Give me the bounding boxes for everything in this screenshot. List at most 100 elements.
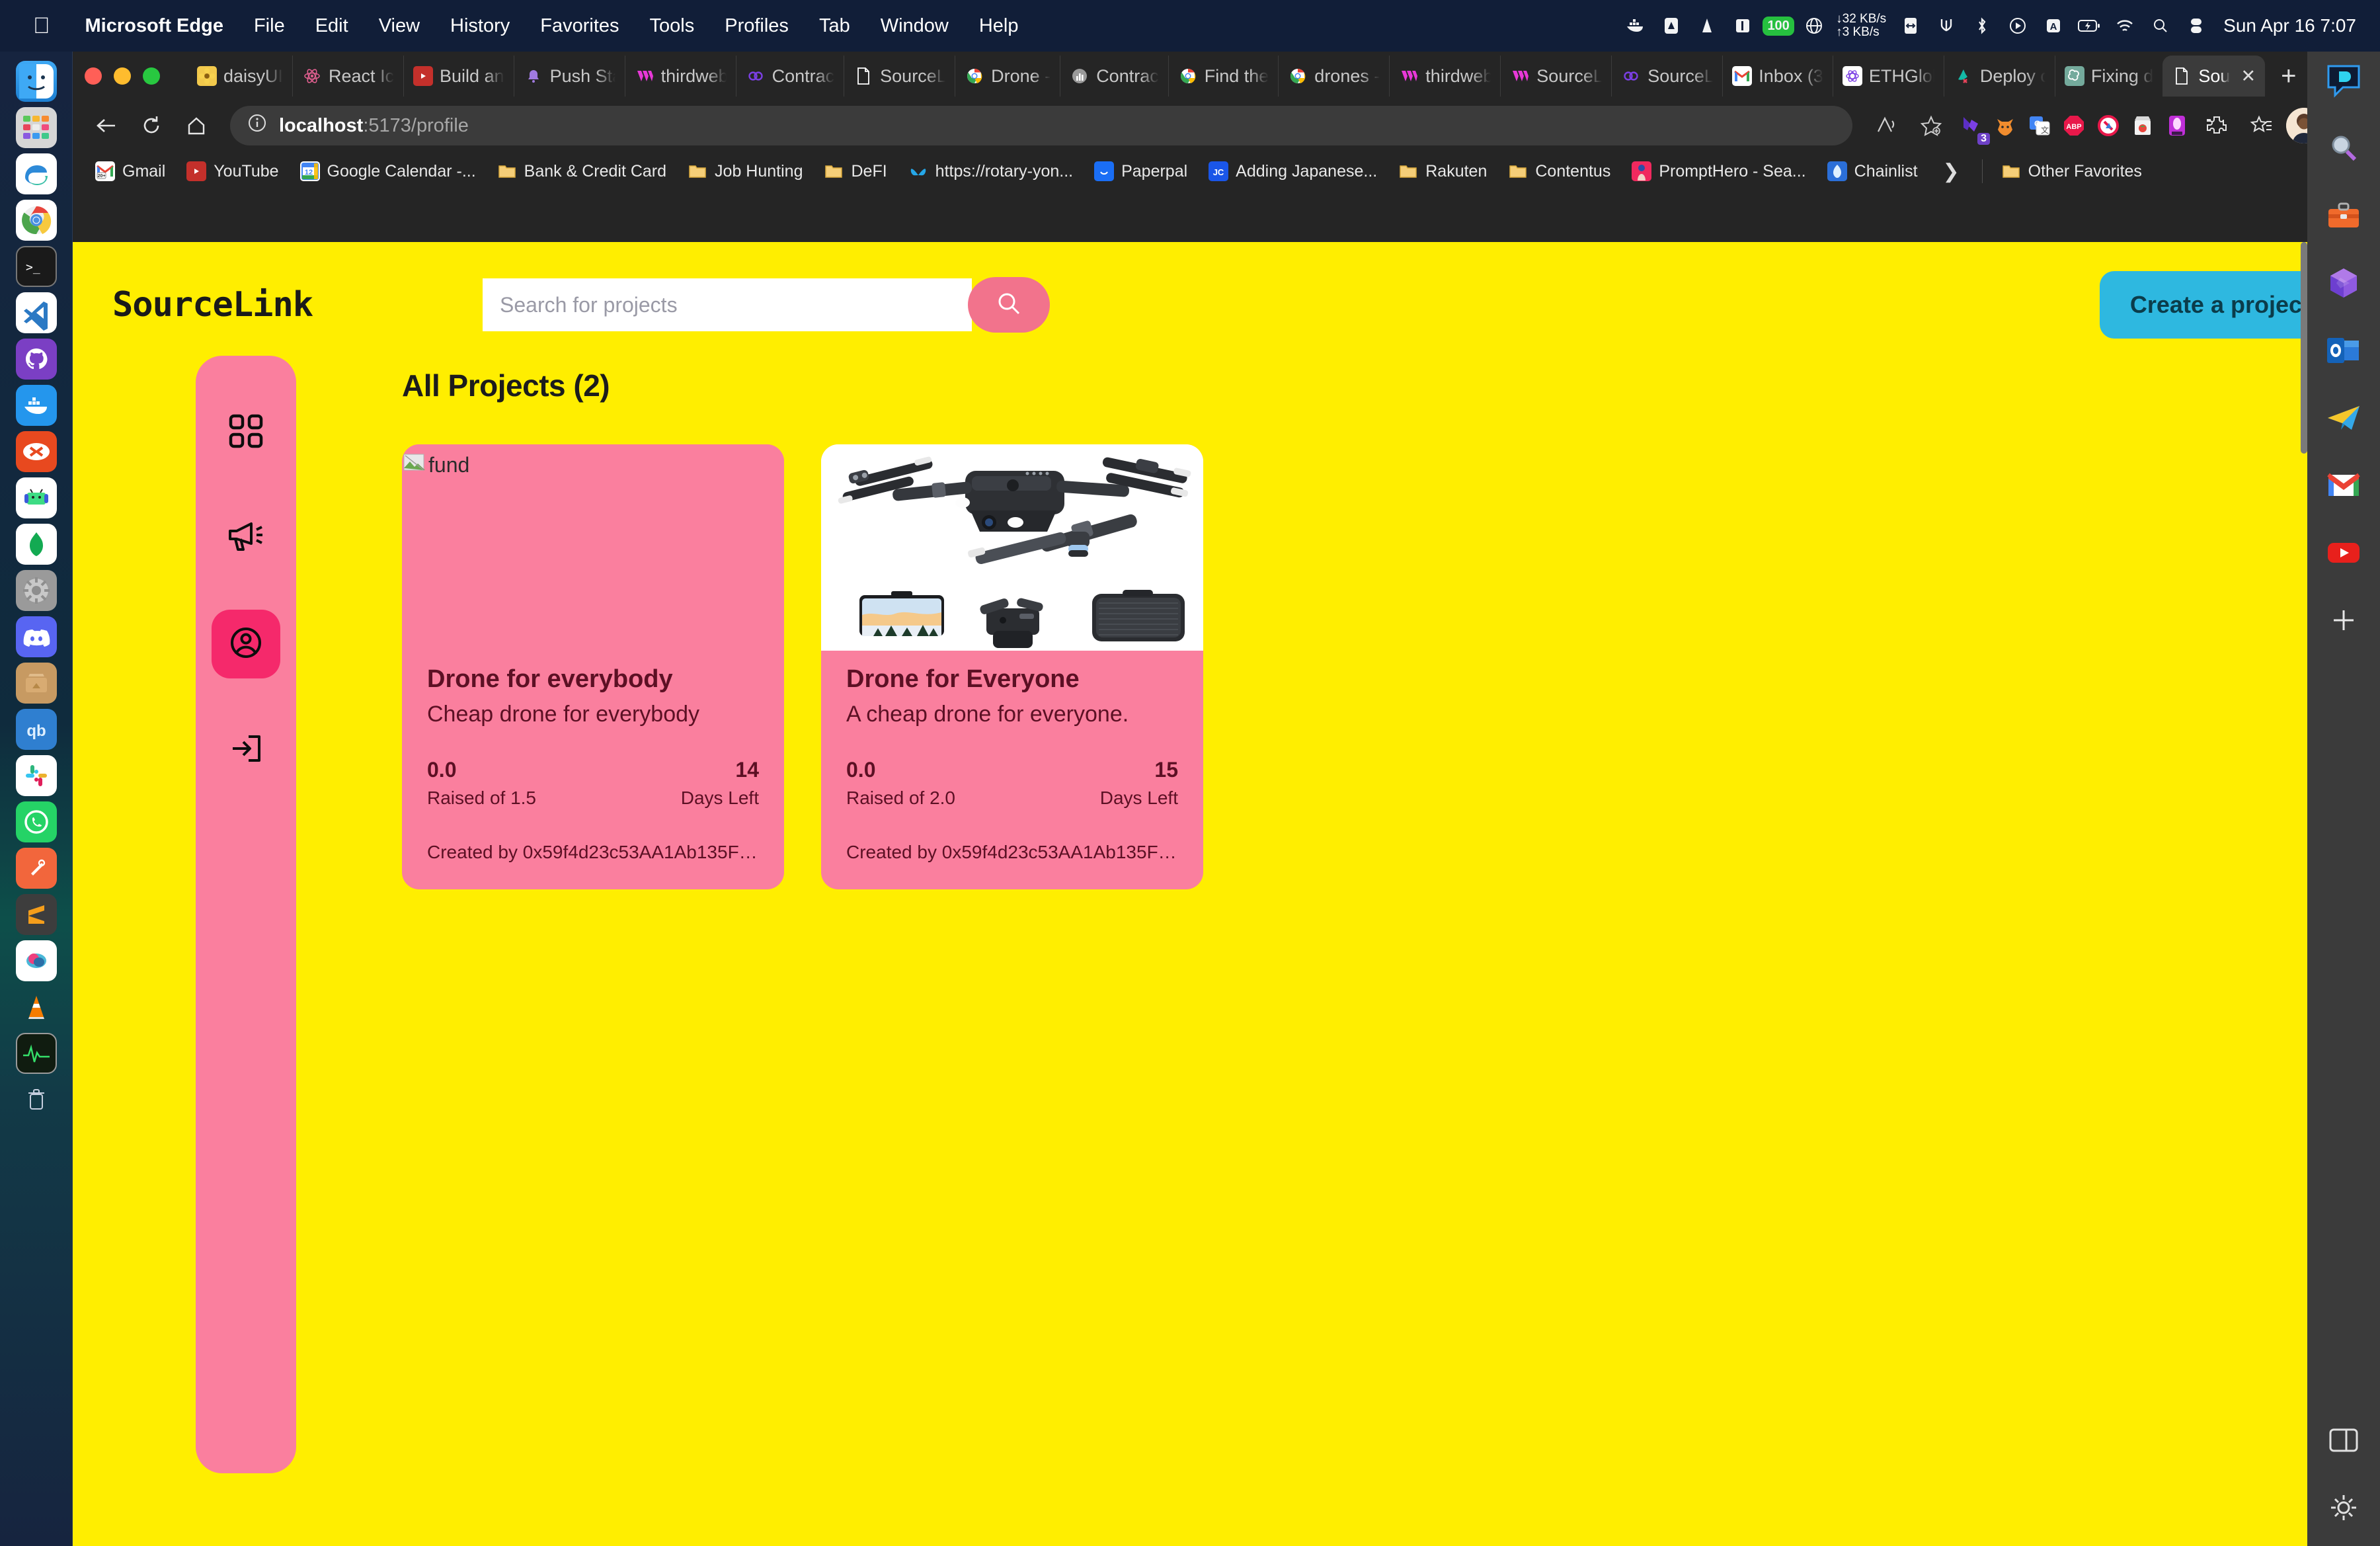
search-submit-button[interactable] (968, 277, 1050, 333)
bookmark-adding-japanese[interactable]: JC Adding Japanese... (1198, 161, 1388, 181)
bluetooth-icon[interactable] (1964, 0, 2000, 52)
browser-tab[interactable]: thirdweb (624, 56, 736, 97)
reload-button[interactable] (131, 105, 172, 146)
close-tab-icon[interactable]: ✕ (2241, 66, 2256, 87)
minimize-window-button[interactable] (114, 67, 131, 85)
address-bar[interactable]: localhost:5173/profile (230, 106, 1852, 145)
search-icon[interactable] (2324, 128, 2363, 168)
browser-tab[interactable]: Deploy c (1943, 56, 2055, 97)
dock-item-whatsapp[interactable] (15, 801, 57, 842)
project-card[interactable]: fund Drone for everybody Cheap drone for… (402, 444, 784, 889)
dock-item-google-chrome[interactable] (15, 200, 57, 241)
split-screen-icon[interactable] (2324, 1420, 2363, 1460)
back-button[interactable] (86, 105, 127, 146)
dock-item-sublime-text[interactable] (15, 894, 57, 935)
browser-tab[interactable]: ETHGlob (1832, 56, 1944, 97)
browser-tab[interactable]: daisyUI (188, 56, 292, 97)
input-source-icon[interactable]: A (2036, 0, 2071, 52)
dock-item-system-settings[interactable] (15, 570, 57, 611)
chrome-store-extension-icon[interactable] (2127, 110, 2158, 141)
bookmark-rotary[interactable]: https://rotary-yon... (898, 161, 1084, 181)
dock-item-slack[interactable] (15, 755, 57, 796)
dock-item-docker[interactable] (15, 385, 57, 426)
project-card[interactable]: Drone for Everyone A cheap drone for eve… (821, 444, 1203, 889)
browser-tab-active[interactable]: Sou ✕ (2162, 56, 2266, 97)
address-bar-url[interactable]: localhost:5173/profile (279, 115, 469, 137)
collections-icon[interactable] (2241, 105, 2282, 146)
add-sidebar-app-icon[interactable] (2324, 600, 2363, 640)
menu-file[interactable]: File (239, 15, 300, 37)
dock-item-github-desktop[interactable] (15, 339, 57, 380)
settings-gear-icon[interactable] (2324, 1488, 2363, 1527)
site-info-icon[interactable] (247, 113, 267, 138)
wifi-icon[interactable] (2107, 0, 2143, 52)
menu-favorites[interactable]: Favorites (525, 15, 634, 37)
dock-item-visual-studio-code[interactable] (15, 292, 57, 333)
dock-item-trash[interactable] (16, 1079, 57, 1120)
sidebar-item-campaigns[interactable] (212, 504, 280, 573)
browser-tab[interactable]: SourceL (1611, 56, 1722, 97)
add-favorite-icon[interactable] (1911, 105, 1952, 146)
browser-tab[interactable]: thirdweb (1389, 56, 1500, 97)
telegram-icon[interactable] (2324, 398, 2363, 438)
home-button[interactable] (176, 105, 217, 146)
dock-item-discord[interactable] (15, 616, 57, 657)
sidebar-item-dashboard[interactable] (212, 398, 280, 467)
fox-extension-icon[interactable] (1990, 110, 2020, 141)
youtube-icon[interactable] (2324, 533, 2363, 573)
browser-tab[interactable]: Contrac (1060, 56, 1168, 97)
bookmark-youtube[interactable]: YouTube (176, 161, 289, 181)
dock-item-finder[interactable] (15, 61, 57, 102)
dock-item-vlc[interactable] (16, 987, 57, 1028)
tools-briefcase-icon[interactable] (2324, 196, 2363, 235)
no-ads-extension-icon[interactable] (2093, 110, 2123, 141)
dock-item-qbittorrent[interactable]: qb (15, 709, 57, 750)
purple-extension-icon[interactable] (2162, 110, 2192, 141)
menu-profiles[interactable]: Profiles (709, 15, 804, 37)
bookmark-google-calendar[interactable]: 12 Google Calendar -... (290, 161, 487, 181)
menu-window[interactable]: Window (865, 15, 964, 37)
extensions-puzzle-icon[interactable] (2196, 105, 2237, 146)
browser-tab[interactable]: Find the (1168, 56, 1279, 97)
app-logo[interactable]: SourceLink (112, 285, 483, 325)
layout-icon[interactable] (1725, 0, 1761, 52)
new-tab-button[interactable]: + (2265, 61, 2312, 91)
browser-tab[interactable]: Build an (403, 56, 514, 97)
bookmark-chainlist[interactable]: Chainlist (1817, 161, 1928, 181)
outlook-icon[interactable] (2324, 331, 2363, 370)
read-aloud-icon[interactable] (1866, 105, 1907, 146)
bookmark-other-favorites[interactable]: Other Favorites (1991, 161, 2153, 181)
adblock-plus-extension-icon[interactable]: ABP (2059, 110, 2089, 141)
vlc-cone-icon[interactable] (1689, 0, 1725, 52)
menu-view[interactable]: View (364, 15, 435, 37)
dock-item-postman[interactable] (15, 848, 57, 889)
dock-item-mongodb-compass[interactable] (15, 524, 57, 565)
browser-tab[interactable]: Fixing d (2054, 56, 2163, 97)
bookmark-paperpal[interactable]: Paperpal (1084, 161, 1198, 181)
copilot-icon[interactable] (2324, 61, 2363, 101)
maximize-window-button[interactable] (143, 67, 160, 85)
devices-sync-icon[interactable] (1893, 0, 1928, 52)
google-translate-extension-icon[interactable]: G文 (2024, 110, 2055, 141)
search-input[interactable] (483, 278, 972, 331)
gmail-icon[interactable] (2324, 466, 2363, 505)
menu-app-name[interactable]: Microsoft Edge (70, 15, 239, 37)
menu-tab[interactable]: Tab (804, 15, 865, 37)
close-window-button[interactable] (85, 67, 102, 85)
office-icon[interactable] (2324, 263, 2363, 303)
apple-menu-icon[interactable]:  (33, 15, 50, 37)
dock-item-terminal[interactable]: >_ (15, 246, 57, 287)
menu-history[interactable]: History (435, 15, 525, 37)
menu-edit[interactable]: Edit (300, 15, 364, 37)
bookmarks-overflow-chevron[interactable]: ❯ (1928, 160, 1974, 183)
menubar-clock[interactable]: Sun Apr 16 7:07 (2223, 15, 2356, 36)
browser-tab[interactable]: drones - (1278, 56, 1389, 97)
browser-tab[interactable]: SourceL (1500, 56, 1611, 97)
bookmark-folder-bank[interactable]: Bank & Credit Card (487, 161, 677, 181)
browser-tab[interactable]: Inbox (3 (1722, 56, 1833, 97)
play-circle-icon[interactable] (2000, 0, 2036, 52)
dock-item-android-studio[interactable] (15, 477, 57, 518)
menu-tools[interactable]: Tools (635, 15, 710, 37)
control-center-icon[interactable] (2178, 0, 2214, 52)
sidebar-item-logout[interactable] (212, 715, 280, 784)
